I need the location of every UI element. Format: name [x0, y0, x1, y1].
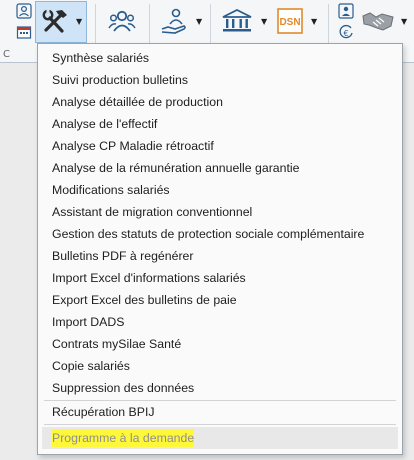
person-eye-icon[interactable]	[14, 2, 34, 20]
dsn-icon[interactable]: DSN	[276, 7, 304, 35]
payroll-dropdown-caret[interactable]: ▼	[196, 18, 202, 26]
highlighted-label: Programme à la demande	[52, 429, 195, 447]
bank-icon[interactable]	[219, 6, 255, 36]
id-card-icon[interactable]	[336, 2, 356, 20]
menu-separator	[44, 424, 396, 425]
menu-item-analyse-remuneration[interactable]: Analyse de la rémunération annuelle gara…	[38, 157, 402, 179]
menu-item-import-excel[interactable]: Import Excel d'informations salariés	[38, 267, 402, 289]
menu-item-programme-demande[interactable]: Programme à la demande	[42, 427, 398, 449]
hammer-wrench-icon	[38, 4, 72, 38]
tools-dropdown-menu: Synthèse salariés Suivi production bulle…	[37, 43, 403, 455]
menu-item-export-excel[interactable]: Export Excel des bulletins de paie	[38, 289, 402, 311]
group-label: C	[3, 49, 10, 60]
handshake-icon[interactable]	[360, 6, 396, 36]
menu-item-recuperation-bpij[interactable]: Récupération BPIJ	[38, 401, 402, 423]
menu-item-modifications-salaries[interactable]: Modifications salariés	[38, 179, 402, 201]
menu-item-assistant-migration[interactable]: Assistant de migration conventionnel	[38, 201, 402, 223]
dsn-dropdown-caret[interactable]: ▼	[311, 18, 317, 26]
menu-item-suppression-donnees[interactable]: Suppression des données	[38, 377, 402, 399]
bank-dropdown-caret[interactable]: ▼	[261, 18, 267, 26]
svg-text:DSN: DSN	[279, 17, 300, 28]
menu-item-synthese-salaries[interactable]: Synthèse salariés	[38, 47, 402, 69]
menu-item-analyse-cp-maladie[interactable]: Analyse CP Maladie rétroactif	[38, 135, 402, 157]
menu-item-suivi-production[interactable]: Suivi production bulletins	[38, 69, 402, 91]
euro-refresh-icon[interactable]: €	[336, 23, 356, 41]
svg-text:€: €	[343, 29, 348, 38]
calendar-icon[interactable]	[14, 23, 34, 41]
menu-item-contrats-mysilae[interactable]: Contrats mySilae Santé	[38, 333, 402, 355]
menu-item-analyse-detaillee[interactable]: Analyse détaillée de production	[38, 91, 402, 113]
people-icon[interactable]	[106, 6, 138, 36]
menu-item-analyse-effectif[interactable]: Analyse de l'effectif	[38, 113, 402, 135]
handshake-dropdown-caret[interactable]: ▼	[401, 18, 407, 26]
tools-dropdown-caret[interactable]: ▼	[76, 18, 82, 26]
menu-item-copie-salaries[interactable]: Copie salariés	[38, 355, 402, 377]
menu-item-bulletins-pdf[interactable]: Bulletins PDF à regénérer	[38, 245, 402, 267]
menu-item-gestion-statuts[interactable]: Gestion des statuts de protection social…	[38, 223, 402, 245]
menu-item-import-dads[interactable]: Import DADS	[38, 311, 402, 333]
hand-person-icon[interactable]	[158, 5, 190, 37]
